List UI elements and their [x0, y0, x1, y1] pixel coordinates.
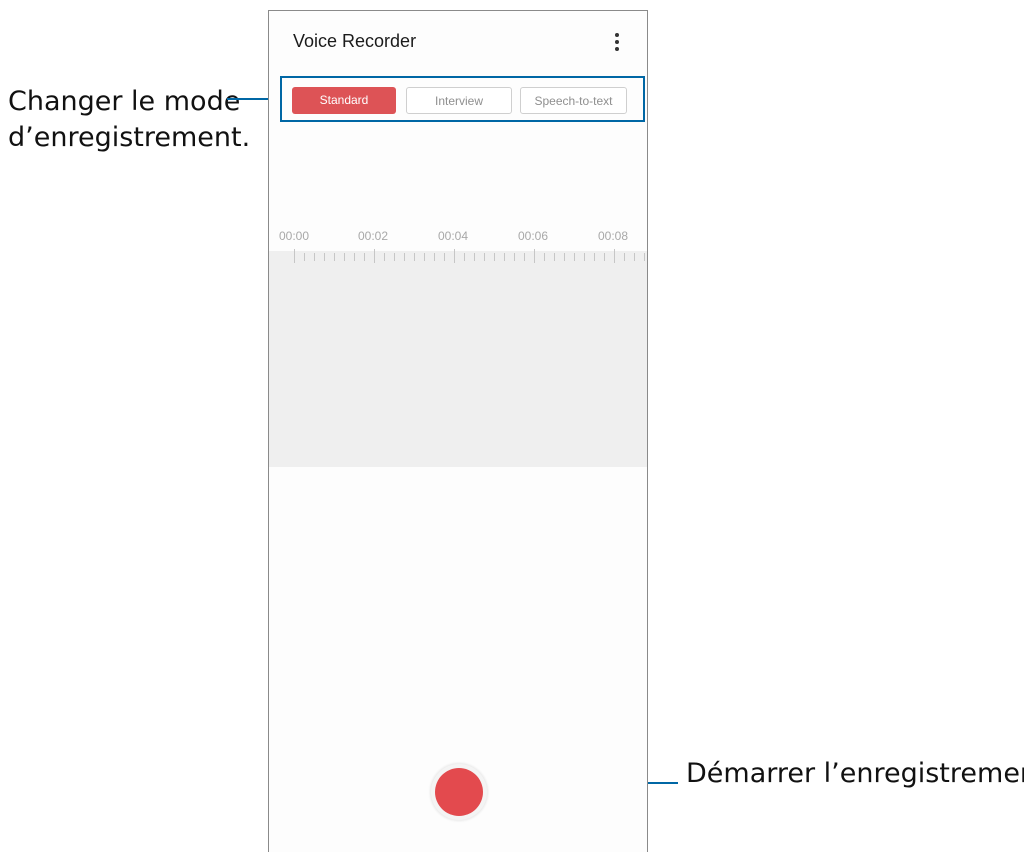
timeline-tick	[324, 253, 325, 261]
timeline-tick	[294, 249, 295, 263]
timeline-tick	[644, 253, 645, 261]
timeline-ruler: 00:00 00:02 00:04 00:06 00:08	[269, 229, 647, 269]
timeline-tick	[544, 253, 545, 261]
timeline-tick	[334, 253, 335, 261]
timeline-label: 00:00	[279, 229, 310, 243]
timeline-tick	[424, 253, 425, 261]
timeline-tick	[484, 253, 485, 261]
timeline-label: 00:02	[358, 229, 389, 243]
timeline-tick	[354, 253, 355, 261]
phone-screen: Voice Recorder Standard Interview Speech…	[268, 10, 648, 852]
timeline-tick	[414, 253, 415, 261]
timeline-tick	[504, 253, 505, 261]
timeline-tick	[614, 249, 615, 263]
mode-callout-line2: d’enregistrement.	[8, 121, 251, 153]
timeline-tick	[584, 253, 585, 261]
mode-callout-line1: Changer le mode	[8, 86, 241, 117]
record-button[interactable]	[431, 764, 487, 820]
timeline-tick	[524, 253, 525, 261]
timeline-label: 00:06	[518, 229, 549, 243]
app-title: Voice Recorder	[293, 31, 417, 51]
timeline-tick	[534, 249, 535, 263]
timeline-tick	[464, 253, 465, 261]
record-icon	[435, 768, 483, 816]
timeline-tick	[564, 253, 565, 261]
timeline-tick	[394, 253, 395, 261]
timeline-tick	[434, 253, 435, 261]
mode-callout: Changer le mode d’enregistrement.	[8, 84, 251, 155]
timeline-tick	[454, 249, 455, 263]
timeline-tick	[384, 253, 385, 261]
timeline-tick	[474, 253, 475, 261]
timeline-tick	[494, 253, 495, 261]
timeline-label: 00:08	[598, 229, 629, 243]
tab-interview[interactable]: Interview	[406, 87, 512, 114]
timeline-tick	[364, 253, 365, 261]
timeline-label: 00:04	[438, 229, 469, 243]
timeline-tick	[404, 253, 405, 261]
timeline-tick	[624, 253, 625, 261]
timeline-tick	[344, 253, 345, 261]
timeline-tick	[314, 253, 315, 261]
more-vertical-icon[interactable]	[613, 33, 621, 55]
tab-speech-to-text[interactable]: Speech-to-text	[520, 87, 627, 114]
timeline-tick	[514, 253, 515, 261]
timeline-tick	[574, 253, 575, 261]
waveform-area	[269, 251, 647, 467]
timeline-tick	[604, 253, 605, 261]
tab-standard[interactable]: Standard	[292, 87, 396, 114]
record-callout: Démarrer l’enregistrement.	[686, 758, 1024, 789]
timeline-tick	[374, 249, 375, 263]
timeline-tick	[594, 253, 595, 261]
timeline-tick	[444, 253, 445, 261]
timeline-tick	[554, 253, 555, 261]
timeline-tick	[634, 253, 635, 261]
timeline-tick	[304, 253, 305, 261]
